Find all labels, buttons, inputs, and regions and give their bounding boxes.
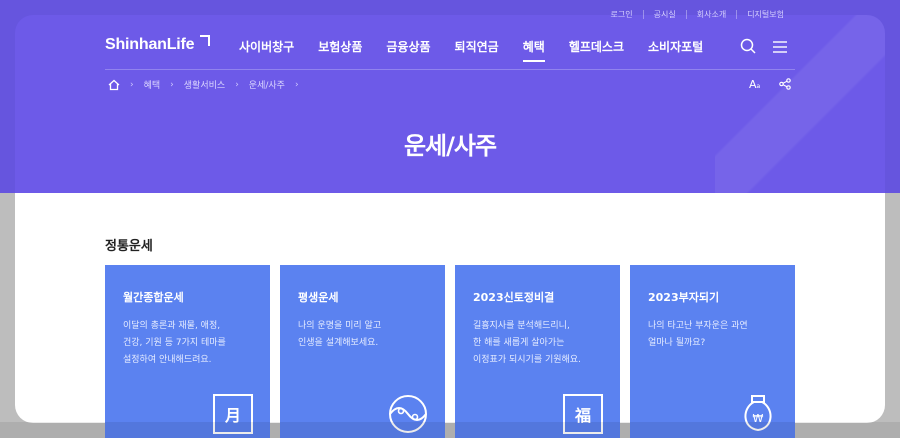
share-icon[interactable] <box>779 78 791 90</box>
card-wealth-fortune[interactable]: 2023부자되기 나의 타고난 부자운은 과연 얼마나 될까요? ₩ <box>630 265 795 438</box>
brand-logo[interactable]: ShinhanLife <box>105 36 195 54</box>
nav-item-cyber-counter[interactable]: 사이버창구 <box>239 38 294 55</box>
breadcrumb-item-life-service[interactable]: 생활서비스 <box>184 78 225 91</box>
util-link-disclosure[interactable]: 공시실 <box>642 10 686 19</box>
card-desc: 길흉지사를 분석해드리니, 한 해를 새롭게 살아가는 이정표가 되시기를 기원… <box>473 318 613 369</box>
card-desc: 이달의 총론과 재물, 애정, 건강, 기원 등 7가지 테마를 설정하여 안내… <box>123 318 263 369</box>
card-desc: 나의 타고난 부자운은 과연 얼마나 될까요? <box>648 318 788 352</box>
card-desc-line: 설정하여 안내해드려요. <box>123 355 212 365</box>
card-desc-line: 나의 타고난 부자운은 과연 <box>648 321 748 331</box>
utility-links: 로그인 공시실 회사소개 디지털보험 <box>601 10 794 19</box>
bottom-shade <box>0 422 900 438</box>
card-desc-line: 이정표가 되시기를 기원해요. <box>473 355 581 365</box>
hamburger-menu-icon[interactable] <box>772 40 788 54</box>
font-size-big: A <box>749 78 757 91</box>
card-title: 2023부자되기 <box>648 291 720 304</box>
page-title: 운세/사주 <box>403 132 497 160</box>
breadcrumb: › 혜택 › 생활서비스 › 운세/사주 › <box>108 78 309 91</box>
breadcrumb-item-benefits[interactable]: 혜택 <box>144 78 161 91</box>
card-desc-line: 인생을 설계해보세요. <box>298 338 379 348</box>
card-title: 월간종합운세 <box>123 291 184 304</box>
util-link-digital-insurance[interactable]: 디지털보험 <box>736 10 794 19</box>
nav-item-helpdesk[interactable]: 헬프데스크 <box>569 38 624 55</box>
search-icon[interactable] <box>740 38 756 54</box>
card-tojeong-fortune[interactable]: 2023신토정비결 길흉지사를 분석해드리니, 한 해를 새롭게 살아가는 이정… <box>455 265 620 438</box>
nav-item-benefits[interactable]: 혜택 <box>522 38 545 62</box>
card-desc: 나의 운명을 미리 알고 인생을 설계해보세요. <box>298 318 438 352</box>
card-monthly-fortune[interactable]: 월간종합운세 이달의 총론과 재물, 애정, 건강, 기원 등 7가지 테마를 … <box>105 265 270 438</box>
util-link-company[interactable]: 회사소개 <box>685 10 736 19</box>
card-desc-line: 길흉지사를 분석해드리니, <box>473 321 570 331</box>
global-nav: 사이버창구 보험상품 금융상품 퇴직연금 혜택 헬프데스크 소비자포털 <box>239 38 727 62</box>
chevron-right-icon: › <box>170 79 174 90</box>
nav-item-insurance[interactable]: 보험상품 <box>318 38 362 55</box>
card-desc-line: 나의 운명을 미리 알고 <box>298 321 382 331</box>
nav-item-consumer-portal[interactable]: 소비자포털 <box>648 38 703 55</box>
util-link-login[interactable]: 로그인 <box>601 10 643 19</box>
card-desc-line: 한 해를 새롭게 살아가는 <box>473 338 565 348</box>
card-title: 2023신토정비결 <box>473 291 555 304</box>
breadcrumb-item-current[interactable]: 운세/사주 <box>249 78 285 91</box>
section-title: 정통운세 <box>105 239 153 254</box>
chevron-right-icon: › <box>294 79 299 90</box>
nav-item-finance[interactable]: 금융상품 <box>386 38 430 55</box>
font-size-button[interactable]: Aa <box>749 78 760 91</box>
chevron-right-icon: › <box>235 79 239 90</box>
font-size-small: a <box>756 83 761 90</box>
nav-item-pension[interactable]: 퇴직연금 <box>455 38 499 55</box>
card-lifetime-fortune[interactable]: 평생운세 나의 운명을 미리 알고 인생을 설계해보세요. <box>280 265 445 438</box>
home-icon[interactable] <box>108 79 120 91</box>
logo-mark-icon <box>200 35 210 46</box>
card-desc-line: 건강, 기원 등 7가지 테마를 <box>123 338 226 348</box>
card-desc-line: 이달의 총론과 재물, 애정, <box>123 321 221 331</box>
fortune-card-list: 월간종합운세 이달의 총론과 재물, 애정, 건강, 기원 등 7가지 테마를 … <box>105 265 795 438</box>
header-divider <box>105 69 795 70</box>
chevron-right-icon: › <box>130 79 134 90</box>
card-desc-line: 얼마나 될까요? <box>648 338 706 348</box>
card-title: 평생운세 <box>298 291 339 304</box>
